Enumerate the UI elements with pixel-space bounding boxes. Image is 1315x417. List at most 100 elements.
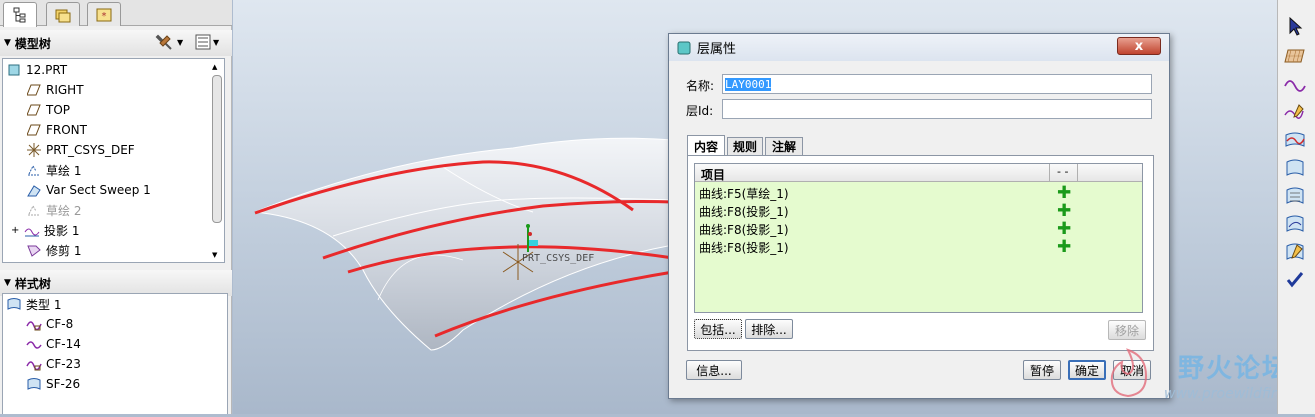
collapse-icon[interactable]: ▼ [4,38,11,48]
trim-icon [1286,215,1304,232]
tree-item-label: 投影 1 [44,223,80,238]
tree-item-projection-1[interactable]: + 投影 1 [11,220,79,240]
datum-plane-icon [25,82,43,98]
exclude-button[interactable]: 排除... [745,319,793,339]
tree-item-csys[interactable]: PRT_CSYS_DEF [25,140,135,160]
settings-tools-icon [155,34,172,50]
dropdown-arrow-icon: ▼ [213,37,220,47]
tree-settings-button[interactable]: ▼ [155,34,183,50]
info-button-label: 信息... [696,363,732,378]
folder-browser-icon [55,9,71,22]
tree-item-front[interactable]: FRONT [25,120,87,140]
tree-item-sketch-1[interactable]: 草绘 1 [25,160,81,180]
edit-curve-button[interactable] [1283,128,1307,152]
tree-item-label: CF-23 [46,357,81,371]
trim-surface-button[interactable] [1283,212,1307,236]
style-tree-sf-26[interactable]: SF-26 [25,374,80,394]
list-item-label: 曲线:F8(投影_1) [699,240,789,255]
scroll-up-icon[interactable]: ▲ [212,63,217,71]
tab-rules[interactable]: 规则 [727,137,763,155]
connect-icon [1286,187,1304,204]
list-item[interactable]: 曲线:F8(投影_1) ✚ [699,202,1139,220]
tree-item-label: 草绘 1 [46,163,82,178]
select-arrow-icon [1289,16,1303,36]
pause-button-label: 暂停 [1029,363,1054,378]
tree-item-top[interactable]: TOP [25,100,70,120]
close-icon: x [1134,38,1144,54]
info-button[interactable]: 信息... [686,360,742,380]
flame-logo-icon [1110,348,1148,398]
list-item[interactable]: 曲线:F8(投影_1) ✚ [699,238,1139,256]
pause-button[interactable]: 暂停 [1023,360,1061,380]
tree-item-label: CF-14 [46,337,81,351]
active-plane-button[interactable] [1283,44,1307,68]
name-field[interactable]: LAY0001 [722,74,1152,94]
pencil-curve-icon [1284,104,1304,119]
list-item-label: 曲线:F8(投影_1) [699,204,789,219]
csys-label: PRT_CSYS_DEF [522,253,594,264]
curve-on-surface-button[interactable] [1283,100,1307,124]
tab-model-tree[interactable] [3,2,37,27]
tab-favorites[interactable]: * [87,2,121,26]
style-toolbar [1277,0,1315,414]
model-tree-icon [13,7,26,23]
style-tree-cf-23[interactable]: CF-23 [25,354,81,374]
surface-icon [25,376,43,392]
done-button[interactable] [1283,268,1307,292]
tree-show-button[interactable]: ▼ [195,34,219,50]
model-tree-scrollbar[interactable]: ▲ ▼ [212,63,222,259]
surface-icon [1286,159,1304,176]
tab-folder-browser[interactable] [46,2,80,26]
style-tree-cf-8[interactable]: CF-8 [25,314,73,334]
curve-tool-button[interactable] [1283,72,1307,96]
tree-item-label: Var Sect Sweep 1 [46,183,151,197]
sketch-icon [25,202,43,218]
list-item[interactable]: 曲线:F5(草绘_1) ✚ [699,184,1139,202]
model-tree-header[interactable]: ▼ 模型树 ▼ ▼ [0,30,232,56]
style-tree-type-1[interactable]: 类型 1 [5,294,61,314]
tree-item-label: SF-26 [46,377,81,391]
tab-contents[interactable]: 内容 [687,135,725,156]
list-view-icon [195,34,211,50]
collapse-icon[interactable]: ▼ [4,278,11,288]
dialog-app-icon [677,41,691,54]
close-button[interactable]: x [1117,37,1161,55]
tree-item-12-prt[interactable]: 12.PRT [5,60,67,80]
datum-plane-icon [25,122,43,138]
layer-id-field[interactable] [722,99,1152,119]
free-curve-icon [25,316,43,332]
tree-item-trim-1[interactable]: 修剪 1 [25,240,81,260]
tree-item-var-sect-sweep[interactable]: Var Sect Sweep 1 [25,180,151,200]
tree-item-sketch-2[interactable]: 草绘 2 [25,200,81,220]
remove-button[interactable]: 移除 [1108,320,1146,340]
model-tree-title: 模型树 [14,36,51,51]
sketch-icon [25,162,43,178]
scroll-down-icon[interactable]: ▼ [212,251,217,259]
list-header: 项目 - - [695,164,1142,182]
dropdown-arrow-icon: ▼ [177,37,184,47]
select-tool-button[interactable] [1283,14,1307,38]
layer-items-list[interactable]: 项目 - - 曲线:F5(草绘_1) ✚ 曲线:F8(投影_1) ✚ 曲线:F8… [694,163,1143,313]
model-tree: 12.PRT RIGHT TOP FRONT PRT_CSYS_DEF 草绘 1… [2,58,225,263]
csys-icon [25,142,43,158]
list-item-label: 曲线:F8(投影_1) [699,222,789,237]
dialog-titlebar[interactable]: 层属性 x [669,34,1169,61]
include-button[interactable]: 包括... [694,319,742,339]
tree-item-label: PRT_CSYS_DEF [46,143,135,157]
surface-tool-button[interactable] [1283,156,1307,180]
tab-notes[interactable]: 注解 [765,137,803,155]
tree-item-right[interactable]: RIGHT [25,80,84,100]
connect-surface-button[interactable] [1283,184,1307,208]
style-tree-cf-14[interactable]: CF-14 [25,334,81,354]
name-field-value: LAY0001 [725,77,772,91]
scrollbar-thumb[interactable] [212,75,222,223]
sweep-icon [25,182,43,198]
free-curve-icon [25,356,43,372]
edit-surface-button[interactable] [1283,240,1307,264]
tree-item-label: FRONT [46,123,87,137]
tree-item-label: RIGHT [46,83,84,97]
expand-icon[interactable]: + [11,225,23,236]
ok-button-label: 确定 [1074,363,1099,378]
plus-icon: ✚ [1057,219,1072,239]
list-item[interactable]: 曲线:F8(投影_1) ✚ [699,220,1139,238]
